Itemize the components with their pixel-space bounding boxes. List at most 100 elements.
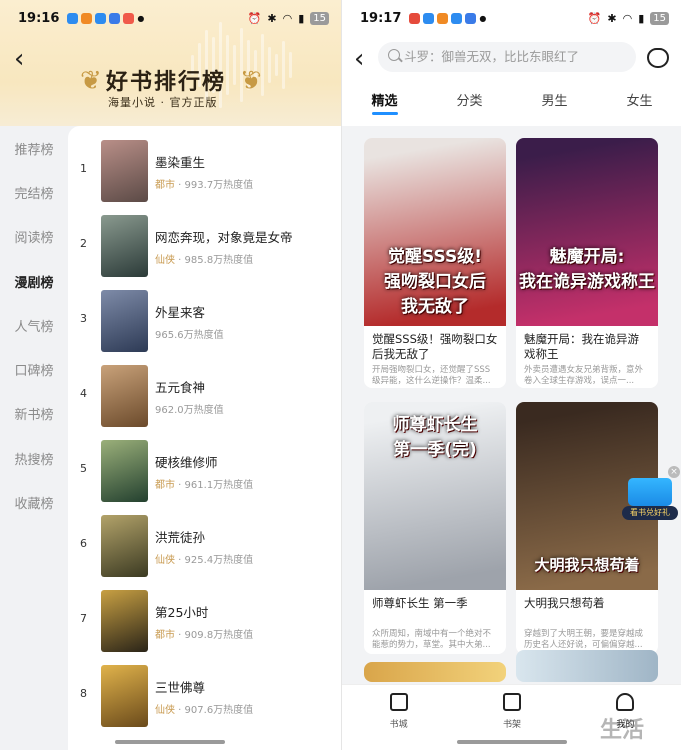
book-title: 硬核维修师	[155, 455, 218, 470]
book-cover[interactable]: 觉醒SSS级! 强吻裂口女后 我无敌了	[364, 138, 506, 326]
book-title: 三世佛尊	[155, 680, 206, 695]
rank-number: 2	[80, 237, 87, 250]
book-cover[interactable]	[101, 515, 148, 577]
ranking-row[interactable]: 2 网恋奔现，对象竟是女帝 仙侠 · 985.8万热度值	[68, 215, 341, 277]
category-3[interactable]: 阅读榜	[0, 215, 68, 259]
app-notification-icon	[465, 12, 477, 24]
more-dot-icon: ●	[479, 13, 487, 23]
ranking-row[interactable]: 4 五元食神 962.0万热度值	[68, 365, 341, 427]
book-cover[interactable]	[101, 365, 148, 427]
book-title: 五元食神	[155, 380, 206, 395]
ranking-row[interactable]: 5 硬核维修师 都市 · 961.1万热度值	[68, 440, 341, 502]
book-title: 魅魔开局：我在诡异游戏称王	[524, 332, 639, 361]
book-cover[interactable]	[101, 440, 148, 502]
heat-value: 985.8万热度值	[184, 255, 254, 266]
book-cover[interactable]	[101, 290, 148, 352]
heat-value: 925.4万热度值	[184, 555, 254, 566]
book-card[interactable]: 魅魔开局: 我在诡异游戏称王 魅魔开局：我在诡异游戏称王 外卖员遭遇女友兄弟背叛，意…	[516, 138, 658, 388]
search-placeholder: 斗罗：御兽无双，比比东眼红了	[404, 49, 580, 64]
ranking-row[interactable]: 7 第25小时都市 · 909.8万热度值	[68, 590, 341, 652]
alarm-icon: ⏰	[587, 11, 602, 25]
nav-label: 书架	[502, 720, 521, 730]
rank-number: 5	[80, 462, 87, 475]
app-notification-icon	[123, 12, 135, 24]
cover-title-art: 觉醒SSS级! 强吻裂口女后 我无敌了	[384, 247, 486, 317]
ranking-row[interactable]: 8 三世佛尊 仙侠 · 907.6万热度值	[68, 665, 341, 727]
ranking-row[interactable]: 1 墨染重生 都市 · 993.7万热度值	[68, 140, 341, 202]
home-indicator[interactable]	[457, 740, 567, 744]
search-input[interactable]: 斗罗：御兽无双，比比东眼红了	[378, 42, 636, 72]
category-6[interactable]: 口碑榜	[0, 347, 68, 391]
category-5[interactable]: 人气榜	[0, 303, 68, 347]
book-card[interactable]: 师尊虾长生 第一季(完) 师尊虾长生 第一季 众所周知，南域中有一个绝对不能惹的势力…	[364, 402, 506, 654]
category-1[interactable]: 推荐榜	[0, 126, 68, 170]
system-icons: ⏰ ✱ ◠ ▮ 15	[587, 11, 669, 25]
book-cover[interactable]	[101, 665, 148, 727]
book-title: 外星来客	[155, 305, 206, 320]
status-bar: 19:16 ● ⏰ ✱ ◠ ▮ 15	[0, 0, 341, 36]
nav-item-1[interactable]: 书城	[342, 685, 455, 750]
category-8[interactable]: 热搜榜	[0, 436, 68, 480]
signal-icon: ▮	[638, 11, 645, 25]
rank-number: 4	[80, 387, 87, 400]
ranking-row[interactable]: 3 外星来客 965.6万热度值	[68, 290, 341, 352]
app-notification-icon	[451, 12, 463, 24]
genre-tag: 都市	[155, 480, 175, 491]
book-cover[interactable]	[101, 215, 148, 277]
home-indicator[interactable]	[115, 740, 225, 744]
category-9[interactable]: 收藏榜	[0, 480, 68, 524]
category-7[interactable]: 新书榜	[0, 392, 68, 436]
cover-title-art: 魅魔开局: 我在诡异游戏称王	[519, 247, 655, 292]
alarm-icon: ⏰	[247, 11, 262, 25]
page-subtitle: 海量小说 · 官方正版	[108, 96, 218, 109]
page-title: 好书排行榜	[106, 70, 227, 95]
mascot-icon[interactable]	[647, 48, 669, 68]
tab-2[interactable]: 分类	[427, 90, 512, 109]
gift-promo[interactable]: 看书兑好礼 ×	[622, 466, 680, 522]
heat-value: 961.1万热度值	[184, 480, 254, 491]
laurel-left-icon: ❦	[80, 66, 102, 96]
book-icon	[389, 693, 408, 711]
wifi-icon: ◠	[282, 11, 293, 25]
book-title: 洪荒徒孙	[155, 530, 206, 545]
category-4[interactable]: 漫剧榜	[0, 259, 68, 303]
ranking-list: 1 墨染重生 都市 · 993.7万热度值 2 网恋奔现，对象竟是女帝仙侠 · 985.…	[68, 126, 341, 750]
back-icon[interactable]: ‹	[354, 44, 364, 74]
close-icon[interactable]: ×	[668, 466, 680, 478]
bluetooth-icon: ✱	[267, 11, 277, 25]
book-card-partial[interactable]	[364, 662, 506, 682]
meta-separator: ·	[175, 255, 185, 266]
rank-number: 7	[80, 612, 87, 625]
book-cover[interactable]: 师尊虾长生 第一季(完)	[364, 402, 506, 590]
heat-value: 907.6万热度值	[184, 705, 254, 716]
status-time: 19:16	[18, 10, 60, 26]
tab-4[interactable]: 女生	[597, 90, 681, 109]
ranking-row[interactable]: 6 洪荒徒孙 仙侠 · 925.4万热度值	[68, 515, 341, 577]
book-title: 觉醒SSS级！强吻裂口女后我无敌了	[372, 332, 498, 361]
back-icon[interactable]: ‹	[14, 44, 24, 74]
cover-title-art: 师尊虾长生 第一季(完)	[392, 415, 478, 460]
book-card-partial[interactable]	[516, 650, 658, 682]
ranking-panel: 推荐榜 完结榜 阅读榜 漫剧榜 人气榜 口碑榜 新书榜 热搜榜 收藏榜 1 墨染重生 都市 · 99…	[0, 126, 341, 750]
genre-tag: 仙侠	[155, 705, 175, 716]
tab-1[interactable]: 精选	[342, 90, 427, 115]
app-notification-icon	[109, 12, 121, 24]
book-card[interactable]: 大明我只想苟着 大明我只想苟着 穿越到了大明王朝，要是穿越成历史名人还好说，可偏偏穿…	[516, 402, 658, 654]
nav-label: 书城	[389, 720, 408, 730]
rank-number: 6	[80, 537, 87, 550]
category-2[interactable]: 完结榜	[0, 170, 68, 214]
book-title: 网恋奔现，对象竟是女帝	[155, 230, 293, 245]
book-cover[interactable]: 魅魔开局: 我在诡异游戏称王	[516, 138, 658, 326]
book-meta: 仙侠 · 907.6万热度值	[155, 701, 253, 716]
book-cover[interactable]	[101, 140, 148, 202]
meta-separator: ·	[175, 630, 185, 641]
book-cover[interactable]	[101, 590, 148, 652]
bluetooth-icon: ✱	[607, 11, 617, 25]
book-description: 众所周知，南域中有一个绝对不能惹的势力，草堂。其中大弟...	[372, 629, 492, 650]
book-meta: 都市 · 909.8万热度值	[155, 626, 253, 641]
book-title: 大明我只想苟着	[524, 596, 605, 610]
book-title: 第25小时	[155, 605, 209, 620]
book-card[interactable]: 觉醒SSS级! 强吻裂口女后 我无敌了 觉醒SSS级！强吻裂口女后我无敌了 开局强吻…	[364, 138, 506, 388]
tab-3[interactable]: 男生	[512, 90, 597, 109]
cover-title-art: 大明我只想苟着	[534, 556, 640, 574]
